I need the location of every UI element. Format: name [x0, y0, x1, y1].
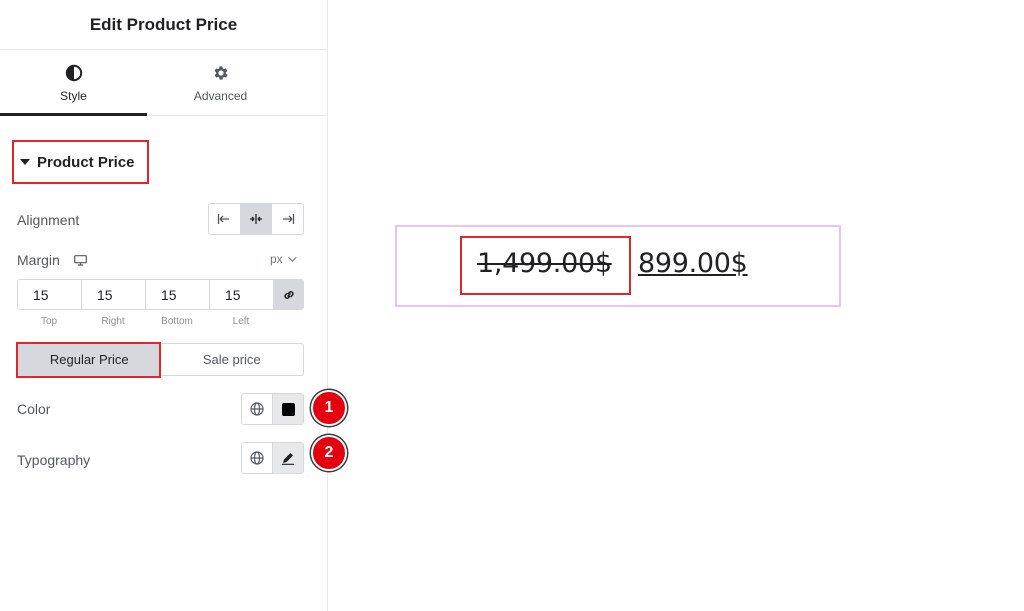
link-icon — [283, 290, 294, 299]
color-label: Color — [17, 401, 51, 417]
margin-top-input[interactable] — [18, 280, 82, 309]
panel-tabs: Style Advanced — [0, 50, 327, 116]
align-right-button[interactable] — [272, 204, 303, 234]
section-toggle-product-price[interactable]: Product Price — [12, 140, 149, 184]
global-color-button[interactable] — [242, 394, 272, 424]
regular-price-text: 1,499.00$ — [477, 248, 612, 279]
margin-right-input[interactable] — [82, 280, 146, 309]
sale-price-tab[interactable]: Sale price — [161, 344, 304, 375]
align-center-icon — [250, 214, 262, 224]
panel-title: Edit Product Price — [0, 0, 327, 50]
global-typography-button[interactable] — [242, 443, 272, 473]
margin-dimensions — [17, 279, 304, 310]
align-left-icon — [218, 214, 230, 224]
editor-panel: Edit Product Price Style Advanced Produc… — [0, 0, 328, 611]
margin-label: Margin — [17, 252, 60, 268]
typography-control — [241, 442, 304, 474]
alignment-choices — [208, 203, 304, 235]
sale-price-text: 899.00$ — [638, 248, 748, 279]
color-picker-button[interactable] — [272, 394, 303, 424]
align-center-button[interactable] — [240, 204, 273, 234]
dim-label-bottom: Bottom — [161, 316, 193, 327]
dim-label-right: Right — [101, 316, 125, 327]
gear-icon — [211, 63, 231, 83]
tab-advanced[interactable]: Advanced — [147, 50, 294, 115]
tab-advanced-label: Advanced — [193, 88, 248, 103]
unit-select[interactable]: px — [270, 252, 297, 266]
typography-label: Typography — [17, 452, 91, 468]
section-title: Product Price — [37, 153, 135, 171]
pencil-icon — [282, 453, 294, 465]
color-control — [241, 393, 304, 425]
half-circle-icon — [64, 63, 84, 83]
caret-down-icon — [20, 159, 30, 165]
unit-value: px — [270, 252, 283, 266]
alignment-label: Alignment — [17, 212, 80, 228]
margin-bottom-input[interactable] — [146, 280, 210, 309]
edit-typography-button[interactable] — [272, 443, 303, 473]
active-tab-indicator — [0, 113, 147, 116]
margin-left-input[interactable] — [210, 280, 274, 309]
globe-icon — [250, 402, 264, 416]
step-badge-1: 1 — [311, 390, 347, 426]
chevron-down-icon — [287, 253, 297, 262]
margin-dimension-labels: Top Right Bottom Left — [17, 316, 273, 327]
desktop-icon[interactable] — [73, 254, 87, 266]
tab-style-label: Style — [60, 88, 87, 103]
globe-icon — [250, 451, 264, 465]
product-price-widget[interactable] — [395, 225, 841, 307]
align-right-icon — [282, 214, 294, 224]
dim-label-left: Left — [232, 316, 250, 327]
link-values-button[interactable] — [274, 280, 303, 309]
margin-label-row: Margin — [17, 252, 87, 268]
tab-style[interactable]: Style — [0, 50, 147, 115]
regular-price-tab[interactable]: Regular Price — [18, 344, 161, 375]
dim-label-top: Top — [40, 316, 58, 327]
color-swatch — [281, 402, 295, 416]
price-type-toggle: Regular Price Sale price — [17, 343, 304, 376]
step-badge-2: 2 — [311, 435, 347, 471]
align-left-button[interactable] — [209, 204, 241, 234]
